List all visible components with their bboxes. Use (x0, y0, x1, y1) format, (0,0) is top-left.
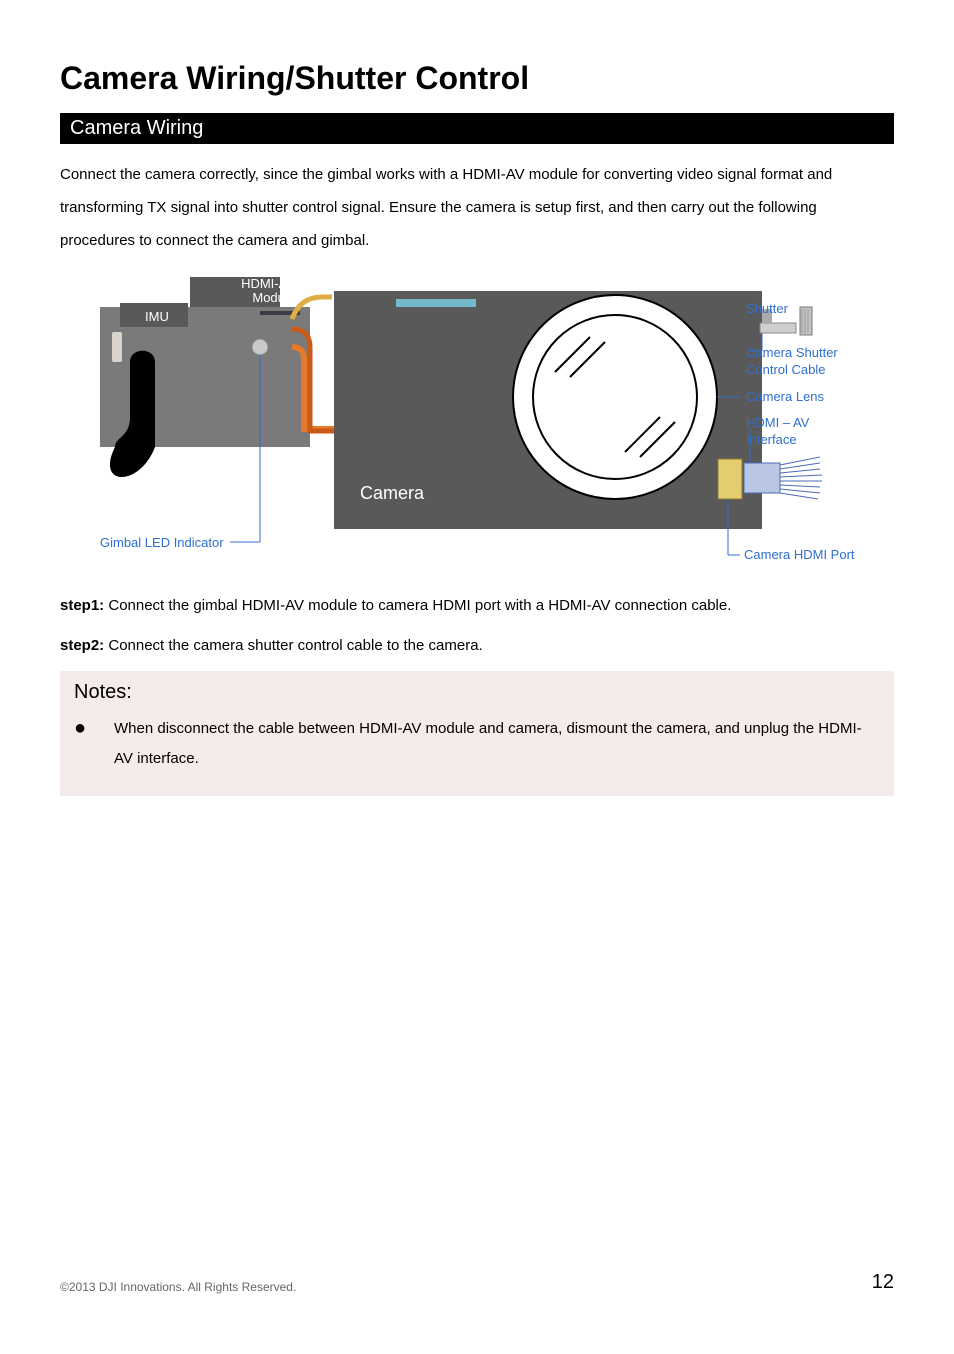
step-2: step2: Connect the camera shutter contro… (60, 631, 894, 661)
step-2-text: Connect the camera shutter control cable… (104, 637, 483, 654)
list-item: ● When disconnect the cable between HDMI… (74, 714, 880, 774)
step-1-label: step1: (60, 597, 104, 614)
label-shutter: Shutter (746, 301, 788, 316)
page-footer: ©2013 DJI Innovations. All Rights Reserv… (60, 1271, 894, 1294)
page-number: 12 (872, 1271, 894, 1294)
notes-item-text: When disconnect the cable between HDMI-A… (114, 714, 880, 774)
label-hdmi-av-interface: HDMI – AV Interface (746, 415, 846, 449)
label-camera-lens: Camera Lens (746, 389, 824, 404)
label-shutter-cable: Camera Shutter Control Cable (746, 345, 856, 379)
step-2-label: step2: (60, 637, 104, 654)
notes-title: Notes: (74, 681, 880, 704)
footer-copyright: ©2013 DJI Innovations. All Rights Reserv… (60, 1280, 296, 1294)
bullet-icon: ● (74, 714, 114, 774)
notes-box: Notes: ● When disconnect the cable betwe… (60, 671, 894, 796)
camera-lens-icon (513, 295, 717, 499)
label-camera: Camera (360, 483, 424, 504)
page-title: Camera Wiring/Shutter Control (60, 60, 894, 97)
label-hdmi-av-module: HDMI-AV Module (235, 277, 295, 306)
step-1-text: Connect the gimbal HDMI-AV module to cam… (104, 597, 731, 614)
wiring-diagram: IMU HDMI-AV Module Camera Gimbal LED Ind… (60, 267, 870, 557)
label-camera-hdmi-port: Camera HDMI Port (744, 547, 855, 562)
section-bar-camera-wiring: Camera Wiring (60, 113, 894, 144)
step-1: step1: Connect the gimbal HDMI-AV module… (60, 591, 894, 621)
intro-paragraph: Connect the camera correctly, since the … (60, 158, 894, 257)
label-gimbal-led: Gimbal LED Indicator (100, 535, 224, 550)
label-imu: IMU (145, 309, 169, 324)
